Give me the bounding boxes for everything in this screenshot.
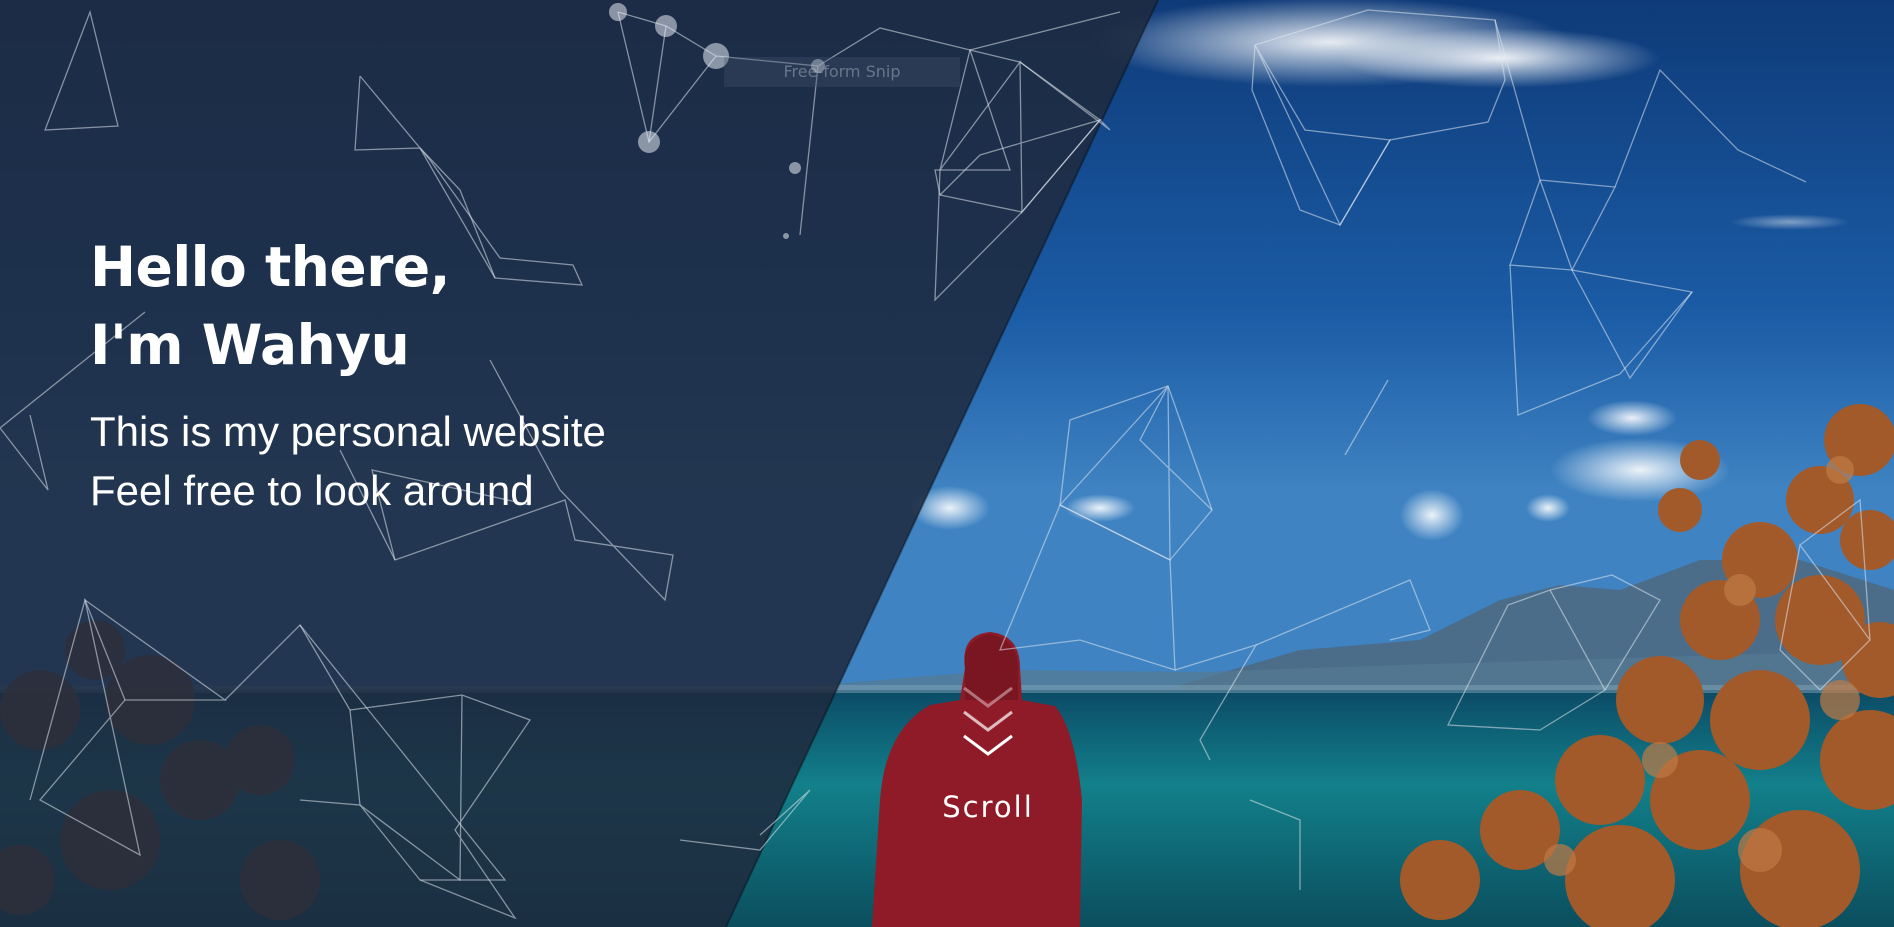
- hero-name: I'm Wahyu: [90, 313, 410, 377]
- chevron-down-icon: [963, 686, 1013, 756]
- hero-greeting: Hello there,: [90, 235, 451, 299]
- hero-subtitle-line-1: This is my personal website: [90, 408, 606, 455]
- free-form-snip-overlay: Free-form Snip: [724, 57, 960, 87]
- hero-headline: Hello there, I'm Wahyu: [90, 228, 451, 384]
- scroll-label: Scroll: [942, 790, 1034, 824]
- hero-subtitle-line-2: Feel free to look around: [90, 467, 534, 514]
- hero-subtitle: This is my personal website Feel free to…: [90, 402, 606, 520]
- scroll-down-button[interactable]: Scroll: [928, 684, 1048, 830]
